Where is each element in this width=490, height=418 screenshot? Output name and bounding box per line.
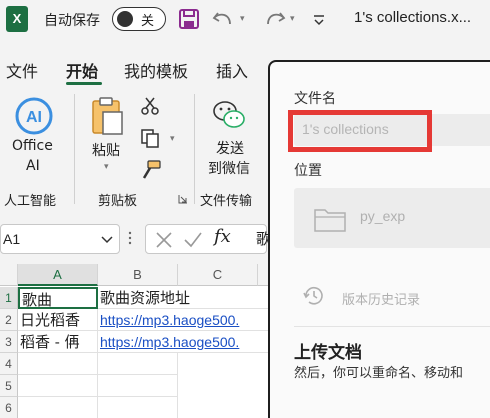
document-title[interactable]: 1's collections.x...	[354, 9, 471, 26]
cell-b1[interactable]: 歌曲资源地址	[98, 287, 270, 309]
location-label: 位置	[294, 163, 322, 179]
cell-a2[interactable]: 日光稻香	[18, 309, 98, 331]
group-label-clipboard: 剪贴板	[98, 194, 138, 209]
highlight-box	[288, 110, 432, 152]
cancel-icon[interactable]	[154, 230, 174, 250]
row-header-6[interactable]: 6	[0, 397, 18, 418]
row-header-3[interactable]: 3	[0, 331, 18, 353]
folder-icon	[314, 209, 346, 232]
dialog-launcher-icon[interactable]	[178, 194, 188, 204]
paste-icon[interactable]	[90, 96, 124, 136]
cell-b2[interactable]: https://mp3.haoge500.	[98, 309, 270, 331]
autosave-label: 自动保存	[44, 13, 100, 29]
group-label-transfer: 文件传输	[200, 194, 253, 209]
select-all-corner[interactable]	[0, 264, 18, 286]
paste-dropdown-icon[interactable]: ▾	[104, 162, 109, 172]
name-box-value: A1	[3, 231, 21, 247]
undo-dropdown-icon[interactable]: ▾	[240, 14, 245, 24]
copy-icon[interactable]	[140, 128, 160, 148]
qat-customize-icon[interactable]	[312, 8, 326, 30]
save-as-panel: 文件名 1's collections 位置 py_exp 版本历史记录 上传文…	[268, 60, 490, 418]
tab-file[interactable]: 文件	[6, 58, 38, 82]
upload-description: 然后，你可以重命名、移动和	[294, 366, 464, 381]
cell-a5[interactable]	[18, 375, 98, 397]
autosave-toggle[interactable]: 关	[112, 7, 166, 31]
send-wechat-label-2[interactable]: 到微信	[208, 158, 250, 178]
cell-b4[interactable]	[98, 353, 178, 375]
tab-my-templates[interactable]: 我的模板	[124, 58, 188, 82]
redo-dropdown-icon[interactable]: ▾	[290, 14, 295, 24]
cell-a4[interactable]	[18, 353, 98, 375]
undo-icon[interactable]	[212, 8, 236, 30]
wechat-icon[interactable]	[212, 98, 246, 132]
filename-label: 文件名	[294, 91, 336, 107]
column-header-a[interactable]: A	[18, 264, 98, 286]
active-tab-indicator	[66, 82, 102, 85]
toggle-knob	[117, 11, 133, 27]
divider	[294, 326, 490, 327]
location-picker[interactable]: py_exp	[294, 188, 490, 248]
version-history-icon[interactable]	[302, 284, 326, 308]
save-icon[interactable]	[178, 8, 200, 30]
paste-label[interactable]: 粘贴	[92, 140, 120, 160]
tab-home[interactable]: 开始	[66, 58, 98, 82]
office-ai-label-2[interactable]: AI	[26, 158, 40, 174]
autosave-state: 关	[141, 14, 155, 29]
row-header-1[interactable]: 1	[0, 287, 18, 309]
row-header-2[interactable]: 2	[0, 309, 18, 331]
upload-title: 上传文档	[294, 343, 362, 363]
cell-b3[interactable]: https://mp3.haoge500.	[98, 331, 270, 353]
group-divider	[194, 94, 195, 204]
row-header-4[interactable]: 4	[0, 353, 18, 375]
excel-logo-icon: X	[6, 6, 28, 32]
office-ai-label-1[interactable]: Office	[12, 138, 53, 154]
send-wechat-label-1[interactable]: 发送	[216, 138, 244, 158]
location-value: py_exp	[360, 208, 406, 224]
column-header-b[interactable]: B	[98, 264, 178, 286]
insert-function-icon[interactable]: fx	[214, 226, 231, 247]
spreadsheet-grid[interactable]: A B C 1 2 3 4 5 6 歌曲 歌曲资源地址 日光稻香 https:/…	[0, 264, 270, 418]
group-divider	[74, 94, 75, 204]
excel-window: X 自动保存 关 ▾ ▾ 1's collections.x... 文件 开始	[0, 0, 490, 418]
tab-insert[interactable]: 插入	[216, 58, 248, 82]
chevron-down-icon[interactable]	[101, 235, 113, 245]
redo-icon[interactable]	[262, 8, 286, 30]
enter-check-icon[interactable]	[183, 230, 203, 250]
more-options-icon[interactable]	[128, 230, 132, 246]
office-ai-icon[interactable]: AI	[14, 96, 54, 136]
format-painter-icon[interactable]	[140, 160, 162, 180]
cut-icon[interactable]	[140, 96, 160, 116]
svg-text:AI: AI	[26, 109, 42, 126]
group-label-ai: 人工智能	[4, 194, 57, 209]
cell-b5[interactable]	[98, 375, 178, 397]
name-box[interactable]: A1	[0, 224, 120, 254]
cell-a1[interactable]: 歌曲	[18, 287, 98, 309]
column-header-c[interactable]: C	[178, 264, 258, 286]
row-header-5[interactable]: 5	[0, 375, 18, 397]
cell-a3[interactable]: 稻香 - 侢	[18, 331, 98, 353]
title-bar: X 自动保存 关 ▾ ▾ 1's collections.x...	[0, 0, 490, 40]
cell-b6[interactable]	[98, 397, 178, 418]
version-history-link[interactable]: 版本历史记录	[342, 289, 420, 308]
copy-dropdown-icon[interactable]: ▾	[170, 134, 175, 144]
cell-a6[interactable]	[18, 397, 98, 418]
